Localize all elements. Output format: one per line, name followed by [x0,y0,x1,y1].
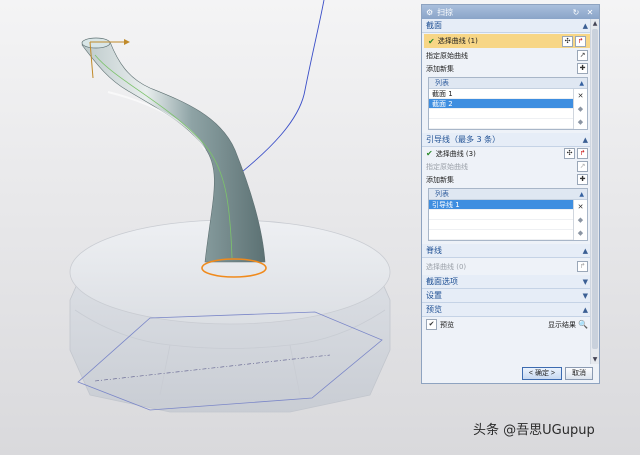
guide-list: 列表 ▲ 引导线 1 . . . ✕ ◆ ◆ [428,188,588,241]
move-down-icon[interactable]: ◆ [576,228,586,238]
scroll-up-icon[interactable]: ▲ [591,19,599,28]
dialog-title: 扫掠 [437,7,454,17]
swept-model-scene [69,0,391,413]
origin-curve-icon[interactable]: ↗ [577,50,588,61]
close-icon[interactable]: ✕ [585,8,595,17]
list-item-empty: . [429,119,573,129]
guide-specify-origin-row[interactable]: 指定原始曲线 ↗ [422,160,592,173]
list-item-empty: . [429,109,573,119]
guide-list-title: 列表 [435,190,449,198]
list-item[interactable]: 引导线 1 [429,200,573,210]
section-spine-title: 脊线 [426,246,442,255]
list-item-empty: . [429,230,573,240]
ok-button[interactable]: < 确定 > [521,367,562,380]
curve-select-icon[interactable]: ↱ [575,35,586,47]
scroll-thumb[interactable] [592,29,598,349]
top-section-ellipse [81,37,111,49]
section-specify-origin-row[interactable]: 指定原始曲线 ↗ [422,49,592,62]
curve-select-icon[interactable]: ↱ [577,261,588,272]
guide-add-new-set-label: 添加新集 [426,175,454,184]
guide-list-header[interactable]: 列表 ▲ [429,189,587,200]
chevron-up-icon: ▲ [579,80,584,87]
section-curves-header[interactable]: 截面 ▲ [422,19,592,33]
section-select-curve-label: 选择曲线 (1) [437,37,478,45]
section-guides-title: 引导线（最多 3 条） [426,135,501,144]
gear-icon[interactable]: ⚙ [426,8,433,17]
origin-curve-icon[interactable]: ↗ [577,161,588,172]
guide-select-curve-row[interactable]: ✔ 选择曲线 (3) ✣ ↱ [422,147,592,160]
add-set-icon[interactable]: ✚ [577,63,588,74]
section-settings-header[interactable]: 设置 ▼ [422,289,592,303]
move-down-icon[interactable]: ◆ [576,117,586,127]
list-item-empty: . [429,210,573,220]
scroll-down-icon[interactable]: ▼ [591,355,599,364]
curve-select-icon[interactable]: ↱ [577,148,588,159]
chevron-up-icon: ▲ [582,21,588,30]
list-item-empty: . [429,220,573,230]
chevron-up-icon: ▲ [582,246,588,255]
cancel-button[interactable]: 取消 [565,367,593,380]
reset-icon[interactable]: ↻ [571,8,581,17]
section-curves-title: 截面 [426,21,442,30]
guide-select-curve-label: 选择曲线 (3) [435,149,476,158]
dialog-titlebar[interactable]: ⚙ 扫掠 ↻ ✕ [422,5,599,19]
guide-curve [231,9,323,181]
curve-rule-icon[interactable]: ✣ [562,35,573,47]
show-result-label[interactable]: 显示结果 [548,320,576,330]
preview-checkbox[interactable]: ✔ [426,319,437,330]
move-up-icon[interactable]: ◆ [576,104,586,114]
sweep-dialog: ⚙ 扫掠 ↻ ✕ 截面 ▲ ✔ 选择曲线 (1) ✣ ↱ 指定原始曲线 ↗ 添加… [421,4,600,384]
section-list-title: 列表 [435,79,449,87]
section-options-title: 截面选项 [426,277,458,286]
spine-select-curve-label: 选择曲线 (0) [426,262,467,271]
section-preview-header[interactable]: 预览 ▲ [422,303,592,317]
preview-row: ✔ 预览 显示结果 🔍 [422,317,592,332]
section-preview-title: 预览 [426,305,442,314]
guide-add-new-set-row[interactable]: 添加新集 ✚ [422,173,592,186]
chevron-up-icon: ▲ [582,135,588,144]
check-icon: ✔ [426,149,433,158]
graphics-viewport[interactable] [0,0,420,455]
dialog-scrollbar[interactable]: ▲ ▼ [590,19,599,364]
section-add-new-set-row[interactable]: 添加新集 ✚ [422,62,592,75]
dialog-scroll-area: 截面 ▲ ✔ 选择曲线 (1) ✣ ↱ 指定原始曲线 ↗ 添加新集 ✚ 列表 ▲ [422,19,592,364]
chevron-down-icon: ▼ [582,291,588,300]
section-guides-header[interactable]: 引导线（最多 3 条） ▲ [422,133,592,147]
section-list: 列表 ▲ 截面 1 截面 2 . . ✕ ◆ ◆ [428,77,588,130]
spine-select-curve-row[interactable]: 选择曲线 (0) ↱ [422,258,592,275]
section-options-header[interactable]: 截面选项 ▼ [422,275,592,289]
section-settings-title: 设置 [426,291,442,300]
add-set-icon[interactable]: ✚ [577,174,588,185]
list-item[interactable]: 截面 2 [429,99,573,109]
chevron-down-icon: ▼ [582,277,588,286]
chevron-up-icon: ▲ [582,305,588,314]
watermark: 头条 @吾思UGupup [473,423,595,438]
delete-icon[interactable]: ✕ [576,202,586,212]
preview-label: 预览 [440,320,454,329]
curve-rule-icon[interactable]: ✣ [564,148,575,159]
section-spine-header[interactable]: 脊线 ▲ [422,244,592,258]
magnifier-icon[interactable]: 🔍 [578,320,588,329]
move-up-icon[interactable]: ◆ [576,215,586,225]
dialog-footer: < 确定 > 取消 [422,364,599,383]
chevron-up-icon: ▲ [579,191,584,198]
delete-icon[interactable]: ✕ [576,91,586,101]
section-add-new-set-label: 添加新集 [426,64,454,73]
check-icon: ✔ [428,36,435,46]
section-select-curve-row[interactable]: ✔ 选择曲线 (1) ✣ ↱ [424,34,590,48]
section-specify-origin-label: 指定原始曲线 [426,51,468,60]
list-item[interactable]: 截面 1 [429,89,573,99]
guide-specify-origin-label: 指定原始曲线 [426,162,468,171]
section-list-header[interactable]: 列表 ▲ [429,78,587,89]
